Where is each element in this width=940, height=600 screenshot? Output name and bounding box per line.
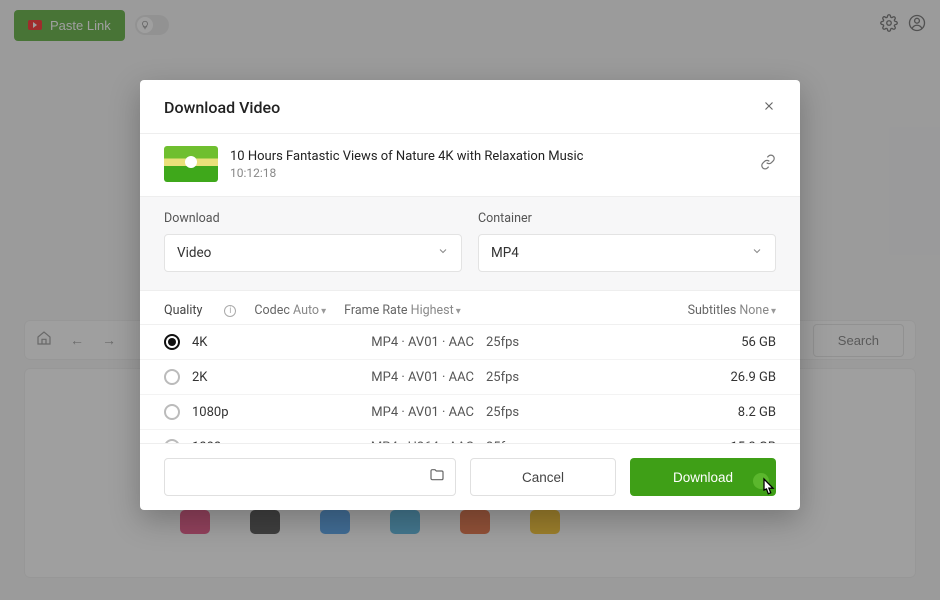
- radio-icon: [164, 404, 180, 420]
- modal-footer: Cancel Download: [140, 443, 800, 510]
- modal-title: Download Video: [164, 98, 762, 117]
- link-icon[interactable]: [760, 154, 776, 174]
- folder-icon: [429, 467, 445, 487]
- quality-row[interactable]: 1080p MP4 · AV01 · AAC 25fps 8.2 GB: [140, 394, 800, 429]
- quality-label: 1080p: [192, 405, 292, 420]
- download-type-select[interactable]: Video: [164, 234, 462, 272]
- video-info-row: 10 Hours Fantastic Views of Nature 4K wi…: [140, 134, 800, 197]
- quality-format: MP4 · AV01 · AAC: [304, 335, 474, 350]
- video-title: 10 Hours Fantastic Views of Nature 4K wi…: [230, 149, 748, 164]
- radio-icon: [164, 334, 180, 350]
- filters-row: Quality i Codec Auto▾ Frame Rate Highest…: [140, 291, 800, 325]
- subtitles-filter[interactable]: Subtitles None▾: [688, 303, 776, 318]
- quality-size: 56 GB: [608, 335, 776, 350]
- quality-filter-label: Quality: [164, 303, 202, 318]
- quality-list: 4K MP4 · AV01 · AAC 25fps 56 GB 2K MP4 · AV01…: [140, 325, 800, 443]
- chevron-down-icon: ▾: [321, 306, 326, 317]
- info-icon[interactable]: i: [224, 305, 236, 317]
- video-thumbnail: [164, 146, 218, 182]
- quality-row[interactable]: 2K MP4 · AV01 · AAC 25fps 26.9 GB: [140, 359, 800, 394]
- container-select[interactable]: MP4: [478, 234, 776, 272]
- video-duration: 10:12:18: [230, 166, 748, 180]
- cancel-button[interactable]: Cancel: [470, 458, 616, 496]
- chevron-down-icon: [751, 245, 763, 261]
- framerate-filter[interactable]: Frame Rate Highest▾: [344, 303, 461, 318]
- quality-row[interactable]: 1080pMP4 · H264 · AAC25fps15.3 GB: [140, 429, 800, 443]
- quality-size: 8.2 GB: [608, 405, 776, 420]
- close-icon[interactable]: [762, 99, 776, 117]
- radio-icon: [164, 369, 180, 385]
- download-button[interactable]: Download: [630, 458, 776, 496]
- download-modal: Download Video 10 Hours Fantastic Views …: [140, 80, 800, 510]
- quality-row[interactable]: 4K MP4 · AV01 · AAC 25fps 56 GB: [140, 325, 800, 359]
- chevron-down-icon: [437, 245, 449, 261]
- codec-filter[interactable]: Codec Auto▾: [254, 303, 326, 318]
- download-type-label: Download: [164, 211, 462, 226]
- chevron-down-icon: ▾: [771, 306, 776, 317]
- quality-label: 4K: [192, 335, 292, 350]
- modal-header: Download Video: [140, 80, 800, 134]
- quality-format: MP4 · AV01 · AAC: [304, 405, 474, 420]
- quality-format: MP4 · AV01 · AAC: [304, 370, 474, 385]
- quality-label: 2K: [192, 370, 292, 385]
- selectors-row: Download Video Container MP4: [140, 197, 800, 291]
- save-path-field[interactable]: [164, 458, 456, 496]
- quality-fps: 25fps: [486, 370, 596, 385]
- quality-fps: 25fps: [486, 405, 596, 420]
- chevron-down-icon: ▾: [456, 306, 461, 317]
- quality-size: 26.9 GB: [608, 370, 776, 385]
- quality-fps: 25fps: [486, 335, 596, 350]
- container-label: Container: [478, 211, 776, 226]
